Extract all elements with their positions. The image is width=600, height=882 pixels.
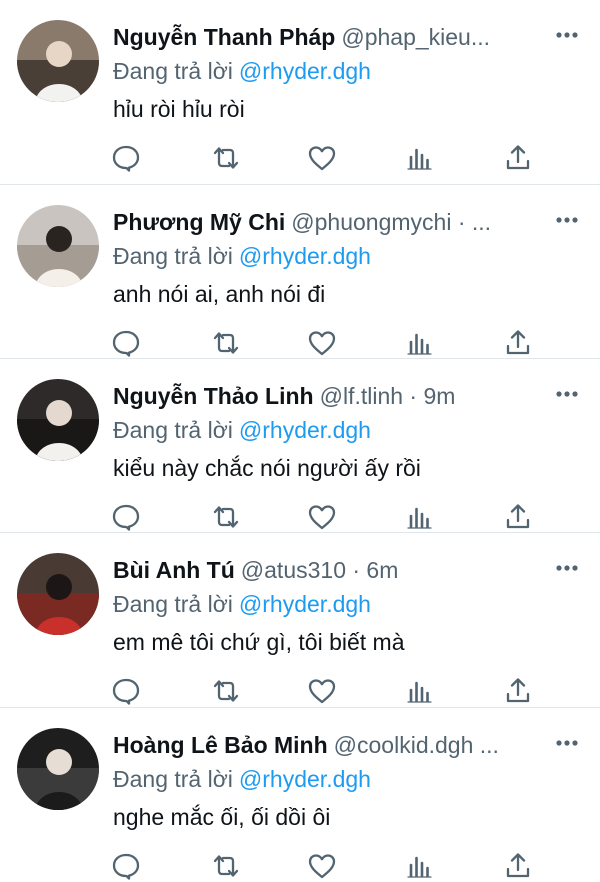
replying-to-line: Đang trả lời @rhyder.dgh	[113, 56, 371, 86]
avatar[interactable]	[17, 20, 99, 102]
avatar-photo	[17, 20, 99, 102]
tweet-actions	[0, 142, 600, 174]
avatar[interactable]	[17, 728, 99, 810]
replying-to-mention[interactable]: @rhyder.dgh	[239, 417, 371, 443]
heart-icon[interactable]	[306, 327, 338, 359]
stats-icon[interactable]	[404, 327, 436, 359]
replying-to-label: Đang trả lời	[113, 591, 233, 617]
retweet-icon[interactable]	[210, 501, 242, 533]
retweet-icon[interactable]	[210, 675, 242, 707]
user-handle[interactable]: @atus310 · 6m	[241, 557, 399, 583]
more-options-icon[interactable]	[552, 20, 582, 50]
stats-icon[interactable]	[404, 675, 436, 707]
user-handle[interactable]: @phuongmychi · ...	[291, 209, 491, 235]
reply-text: nghe mắc ối, ối dồi ôi	[113, 804, 331, 830]
reply-text: anh nói ai, anh nói đi	[113, 281, 326, 307]
display-name[interactable]: Bùi Anh Tú	[113, 557, 235, 583]
replying-to-label: Đang trả lời	[113, 58, 233, 84]
reply-header: Phương Mỹ Chi @phuongmychi · ...	[113, 207, 543, 237]
tweet-actions	[0, 501, 600, 533]
retweet-icon[interactable]	[210, 142, 242, 174]
user-handle[interactable]: @lf.tlinh · 9m	[320, 383, 456, 409]
reply-tweet[interactable]: Nguyễn Thảo Linh @lf.tlinh · 9m Đang trả …	[0, 359, 600, 533]
more-options-icon[interactable]	[552, 553, 582, 583]
tweet-actions	[0, 327, 600, 359]
share-icon[interactable]	[502, 850, 534, 882]
avatar[interactable]	[17, 379, 99, 461]
display-name[interactable]: Nguyễn Thanh Pháp	[113, 24, 335, 50]
replying-to-mention[interactable]: @rhyder.dgh	[239, 591, 371, 617]
replying-to-line: Đang trả lời @rhyder.dgh	[113, 589, 371, 619]
avatar[interactable]	[17, 553, 99, 635]
user-handle[interactable]: @coolkid.dgh ...	[334, 732, 499, 758]
more-options-icon[interactable]	[552, 379, 582, 409]
retweet-icon[interactable]	[210, 850, 242, 882]
display-name[interactable]: Hoàng Lê Bảo Minh	[113, 732, 328, 758]
reply-text: hỉu ròi hỉu ròi	[113, 96, 245, 122]
tweet-actions	[0, 675, 600, 707]
stats-icon[interactable]	[404, 501, 436, 533]
replying-to-mention[interactable]: @rhyder.dgh	[239, 58, 371, 84]
replying-to-line: Đang trả lời @rhyder.dgh	[113, 241, 371, 271]
avatar-photo	[17, 379, 99, 461]
user-handle[interactable]: @phap_kieu...	[341, 24, 490, 50]
share-icon[interactable]	[502, 675, 534, 707]
more-options-icon[interactable]	[552, 728, 582, 758]
display-name[interactable]: Nguyễn Thảo Linh	[113, 383, 314, 409]
reply-header: Nguyễn Thảo Linh @lf.tlinh · 9m	[113, 381, 543, 411]
replying-to-label: Đang trả lời	[113, 766, 233, 792]
more-options-icon[interactable]	[552, 205, 582, 235]
avatar-photo	[17, 553, 99, 635]
reply-tweet[interactable]: Hoàng Lê Bảo Minh @coolkid.dgh ... Đang t…	[0, 708, 600, 880]
stats-icon[interactable]	[404, 142, 436, 174]
replying-to-label: Đang trả lời	[113, 243, 233, 269]
replying-to-line: Đang trả lời @rhyder.dgh	[113, 764, 371, 794]
replying-to-label: Đang trả lời	[113, 417, 233, 443]
reply-icon[interactable]	[110, 501, 142, 533]
heart-icon[interactable]	[306, 850, 338, 882]
stats-icon[interactable]	[404, 850, 436, 882]
reply-icon[interactable]	[110, 142, 142, 174]
reply-icon[interactable]	[110, 327, 142, 359]
replying-to-mention[interactable]: @rhyder.dgh	[239, 766, 371, 792]
avatar[interactable]	[17, 205, 99, 287]
replying-to-line: Đang trả lời @rhyder.dgh	[113, 415, 371, 445]
reply-tweet[interactable]: Bùi Anh Tú @atus310 · 6m Đang trả lời @rhy…	[0, 533, 600, 708]
reply-icon[interactable]	[110, 675, 142, 707]
heart-icon[interactable]	[306, 501, 338, 533]
share-icon[interactable]	[502, 142, 534, 174]
tweet-actions	[0, 850, 600, 882]
reply-tweet[interactable]: Nguyễn Thanh Pháp @phap_kieu... Đang trả …	[0, 0, 600, 185]
avatar-photo	[17, 728, 99, 810]
reply-icon[interactable]	[110, 850, 142, 882]
reply-text: kiểu này chắc nói người ấy rồi	[113, 455, 421, 481]
heart-icon[interactable]	[306, 142, 338, 174]
reply-header: Nguyễn Thanh Pháp @phap_kieu...	[113, 22, 543, 52]
reply-tweet[interactable]: Phương Mỹ Chi @phuongmychi · ... Đang trả…	[0, 185, 600, 359]
reply-text: em mê tôi chứ gì, tôi biết mà	[113, 629, 405, 655]
share-icon[interactable]	[502, 501, 534, 533]
retweet-icon[interactable]	[210, 327, 242, 359]
reply-header: Bùi Anh Tú @atus310 · 6m	[113, 555, 543, 585]
display-name[interactable]: Phương Mỹ Chi	[113, 209, 285, 235]
replying-to-mention[interactable]: @rhyder.dgh	[239, 243, 371, 269]
share-icon[interactable]	[502, 327, 534, 359]
avatar-photo	[17, 205, 99, 287]
heart-icon[interactable]	[306, 675, 338, 707]
reply-header: Hoàng Lê Bảo Minh @coolkid.dgh ...	[113, 730, 543, 760]
